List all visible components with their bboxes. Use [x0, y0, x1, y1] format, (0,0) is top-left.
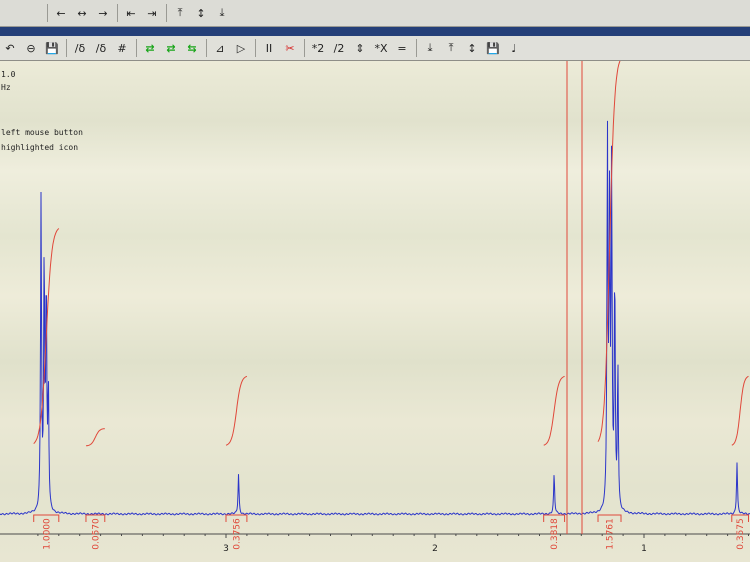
- integral-value-label: 0.3575: [736, 518, 746, 550]
- scale-icon[interactable]: ⇕: [350, 38, 370, 58]
- toolbar-separator: [136, 39, 137, 57]
- integral-curve: [85, 428, 105, 447]
- command-toolbar: ↶ ⊖ 💾/δ/δ # ⇄ ⇄ ⇆ ⊿ ▷ II ✂ *2/2 ⇕ *X = ⤓ ⤒ ↕ 💾 ♩: [0, 36, 750, 61]
- spectrum-trace: [0, 120, 750, 516]
- expand-left-icon[interactable]: ⇤: [121, 3, 141, 23]
- integral-value-label: 1.0000: [42, 518, 52, 550]
- integral-curve: [225, 375, 248, 446]
- arrow-right-icon[interactable]: →: [93, 3, 113, 23]
- store-icon[interactable]: 💾: [483, 38, 503, 58]
- top-toolbar: ← ↔ → ⇤ ⇥ ⤒ ↕ ⤓: [0, 0, 750, 27]
- shift-right-icon[interactable]: ⇄: [161, 38, 181, 58]
- toolbar-separator: [255, 39, 256, 57]
- undo-icon[interactable]: ↶: [0, 38, 20, 58]
- arrow-left-right-icon[interactable]: ↔: [72, 3, 92, 23]
- shift-left-icon[interactable]: ⇄: [140, 38, 160, 58]
- title-bar: [0, 27, 750, 36]
- integrate-alt-icon[interactable]: /δ: [91, 38, 111, 58]
- play-icon[interactable]: ▷: [231, 38, 251, 58]
- move-updown-icon[interactable]: ↕: [191, 3, 211, 23]
- expand-right-icon[interactable]: ⇥: [142, 3, 162, 23]
- integral-curve: [33, 228, 60, 444]
- zoom-out-icon[interactable]: ⊖: [21, 38, 41, 58]
- move-top-icon[interactable]: ⤒: [170, 3, 190, 23]
- integral-curve: [543, 375, 565, 446]
- move-bottom-icon[interactable]: ⤓: [212, 3, 232, 23]
- slope-icon[interactable]: ⊿: [210, 38, 230, 58]
- x-tick-label: 2: [432, 544, 438, 554]
- command-toolbar-buttons: ↶ ⊖ 💾/δ/δ # ⇄ ⇄ ⇆ ⊿ ▷ II ✂ *2/2 ⇕ *X = ⤓ ⤒ ↕ 💾 ♩: [0, 36, 525, 60]
- equals-icon[interactable]: =: [392, 38, 412, 58]
- grid-icon[interactable]: #: [112, 38, 132, 58]
- pause-icon[interactable]: II: [259, 38, 279, 58]
- toolbar-separator: [47, 4, 48, 22]
- divide-2-icon[interactable]: /2: [329, 38, 349, 58]
- toolbar-separator: [416, 39, 417, 57]
- note-icon[interactable]: ♩: [504, 38, 524, 58]
- toolbar-separator: [117, 4, 118, 22]
- toolbar-separator: [206, 39, 207, 57]
- arrow-left-icon[interactable]: ←: [51, 3, 71, 23]
- toolbar-separator: [166, 4, 167, 22]
- x-tick-label: 1: [641, 544, 647, 554]
- integral-value-label: 1.5761: [606, 518, 616, 550]
- search-icon[interactable]: [23, 3, 43, 23]
- top-icon[interactable]: ⤒: [441, 38, 461, 58]
- x-tick-label: 3: [223, 544, 229, 554]
- integrate-icon[interactable]: /δ: [70, 38, 90, 58]
- bottom-icon[interactable]: ⤓: [420, 38, 440, 58]
- top-toolbar-buttons: ← ↔ → ⇤ ⇥ ⤒ ↕ ⤓: [2, 0, 233, 26]
- integral-value-label: 0.3756: [232, 518, 242, 550]
- save-icon[interactable]: 💾: [42, 38, 62, 58]
- multiply-x-icon[interactable]: *X: [371, 38, 391, 58]
- integral-value-label: 0.3818: [550, 518, 560, 550]
- shift-both-icon[interactable]: ⇆: [182, 38, 202, 58]
- toolbar-separator: [304, 39, 305, 57]
- cut-icon[interactable]: ✂: [280, 38, 300, 58]
- toolbar-separator: [66, 39, 67, 57]
- nmr-spectrum-plot[interactable]: 3 2 1 1.0000 0.0570 0.3756 0.3818 1.5761 0.3575: [0, 61, 750, 562]
- integral-curve: [731, 375, 749, 446]
- multiply-2-icon[interactable]: *2: [308, 38, 328, 58]
- integral-value-label: 0.0570: [91, 518, 101, 550]
- spectrum-canvas[interactable]: 1.0 Hz left mouse button highlighted ico…: [0, 61, 750, 562]
- updown-icon[interactable]: ↕: [462, 38, 482, 58]
- folder-icon[interactable]: [2, 3, 22, 23]
